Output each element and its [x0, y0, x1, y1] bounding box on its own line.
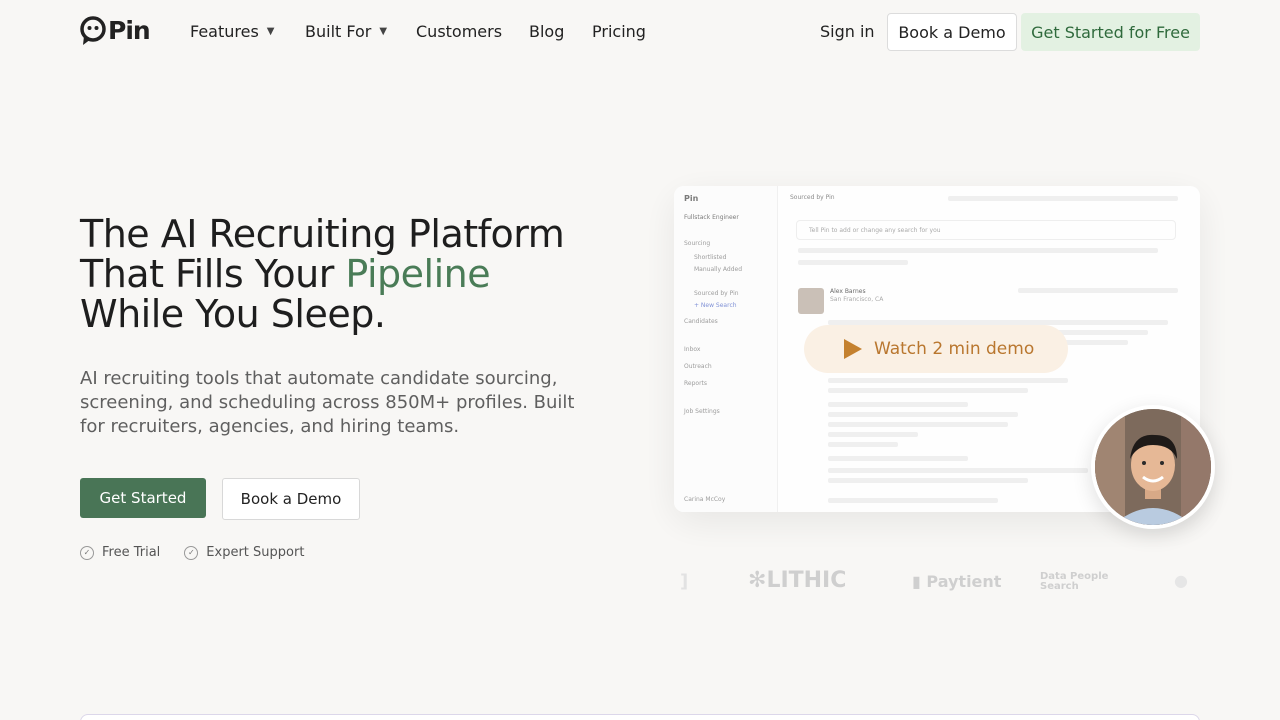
preview-user: Carina McCoy [684, 496, 726, 503]
logo-data-people-search: Data People Search [1040, 572, 1130, 592]
lithic-icon: ✻ [748, 568, 767, 593]
preview-text-line [828, 478, 1028, 483]
preview-text-line [828, 456, 968, 461]
preview-sidebar-item: Manually Added [694, 266, 743, 273]
preview-toolbar [948, 196, 1178, 201]
perk-free-trial: ✓ Free Trial [80, 545, 160, 560]
check-circle-icon: ✓ [184, 545, 199, 560]
perk-expert-support: ✓ Expert Support [184, 545, 304, 560]
nav-features[interactable]: Features ▼ [190, 20, 305, 44]
pin-logo[interactable]: Pin [80, 16, 151, 46]
preview-app-name: Pin [684, 194, 699, 203]
nav-pricing[interactable]: Pricing [592, 20, 646, 44]
preview-filter-row [798, 248, 1158, 253]
top-nav: Pin Features ▼ Built For ▼ Customers Blo… [0, 0, 1280, 64]
nav-blog-label: Blog [529, 22, 565, 41]
paytient-icon: ▮ [912, 572, 921, 591]
preview-text-line [828, 442, 898, 447]
preview-text-line [828, 378, 1068, 383]
play-icon [844, 339, 862, 359]
pin-logo-icon [80, 16, 106, 45]
next-section-card [80, 714, 1200, 720]
nav-customers[interactable]: Customers [416, 20, 529, 44]
customer-logos: ] ✻LITHIC ▮ Paytient Data People Search … [660, 565, 1200, 599]
preview-text-line [828, 388, 1028, 393]
preview-filter-row [798, 260, 908, 265]
candidate-avatar [798, 288, 824, 314]
preview-sidebar: Pin Fullstack Engineer Sourcing Shortlis… [674, 186, 778, 512]
get-started-button[interactable]: Get Started [80, 478, 206, 518]
nav-features-label: Features [190, 22, 259, 41]
chevron-down-icon: ▼ [266, 26, 275, 37]
preview-sidebar-item: Sourced by Pin [694, 290, 739, 297]
perks-list: ✓ Free Trial ✓ Expert Support [80, 545, 304, 560]
preview-text-line [828, 422, 1008, 427]
person-illustration [1095, 409, 1211, 525]
check-circle-icon: ✓ [80, 545, 94, 560]
preview-text-line [828, 468, 1088, 473]
preview-sidebar-item: Outreach [684, 363, 712, 370]
preview-sidebar-item: Job Settings [684, 408, 720, 415]
get-started-free-button[interactable]: Get Started for Free [1021, 13, 1200, 51]
hero-title-line3: While You Sleep. [80, 292, 386, 336]
preview-text-line [828, 498, 998, 503]
logo-paytient: ▮ Paytient [912, 572, 1001, 591]
preview-text-line [828, 402, 968, 407]
main-menu: Features ▼ Built For ▼ Customers Blog Pr… [190, 20, 646, 44]
preview-search-placeholder: Tell Pin to add or change any search for… [809, 227, 941, 234]
book-demo-button[interactable]: Book a Demo [222, 478, 360, 520]
preview-header-title: Sourced by Pin [790, 194, 835, 201]
logo-partial: ] [680, 571, 689, 592]
preview-sidebar-item: Candidates [684, 318, 718, 325]
preview-candidate-location: San Francisco, CA [830, 296, 884, 303]
preview-text-line [828, 412, 1018, 417]
hero-title: The AI Recruiting Platform That Fills Yo… [80, 214, 620, 334]
preview-search-box: Tell Pin to add or change any search for… [796, 220, 1176, 240]
brand-name: Pin [108, 16, 151, 45]
logo-partial-right: ● [1174, 571, 1188, 590]
preview-sidebar-item: Sourcing [684, 240, 711, 247]
hero-title-line2: That Fills Your [80, 252, 346, 296]
preview-text-line [828, 432, 918, 437]
preview-sidebar-item: Shortlisted [694, 254, 727, 261]
watch-demo-label: Watch 2 min demo [874, 339, 1035, 359]
sign-in-link[interactable]: Sign in [820, 20, 875, 44]
preview-job: Fullstack Engineer [684, 214, 739, 221]
book-demo-button-header[interactable]: Book a Demo [887, 13, 1017, 51]
logo-lithic-text: LITHIC [766, 568, 847, 593]
nav-pricing-label: Pricing [592, 22, 646, 41]
preview-actions [1018, 288, 1178, 293]
perk-label: Expert Support [206, 545, 305, 560]
hero-title-line1: The AI Recruiting Platform [80, 212, 565, 256]
preview-candidate-name: Alex Barnes [830, 288, 866, 295]
preview-sidebar-item: Reports [684, 380, 708, 387]
chevron-down-icon: ▼ [379, 26, 388, 37]
nav-customers-label: Customers [416, 22, 503, 41]
hero-title-highlight: Pipeline [345, 252, 491, 296]
nav-built-for-label: Built For [305, 22, 372, 41]
customer-photo [1091, 405, 1215, 529]
logo-lithic: ✻LITHIC [748, 568, 846, 593]
nav-built-for[interactable]: Built For ▼ [305, 20, 416, 44]
hero-subtitle: AI recruiting tools that automate candid… [80, 368, 575, 437]
logo-paytient-text: Paytient [926, 572, 1002, 591]
preview-sidebar-item: Inbox [684, 346, 701, 353]
preview-sidebar-item: + New Search [694, 302, 737, 309]
person-avatar [1095, 409, 1211, 525]
logo-dps-text: Data People Search [1040, 571, 1109, 592]
watch-demo-button[interactable]: Watch 2 min demo [804, 325, 1068, 373]
nav-blog[interactable]: Blog [529, 20, 592, 44]
perk-label: Free Trial [102, 545, 161, 560]
